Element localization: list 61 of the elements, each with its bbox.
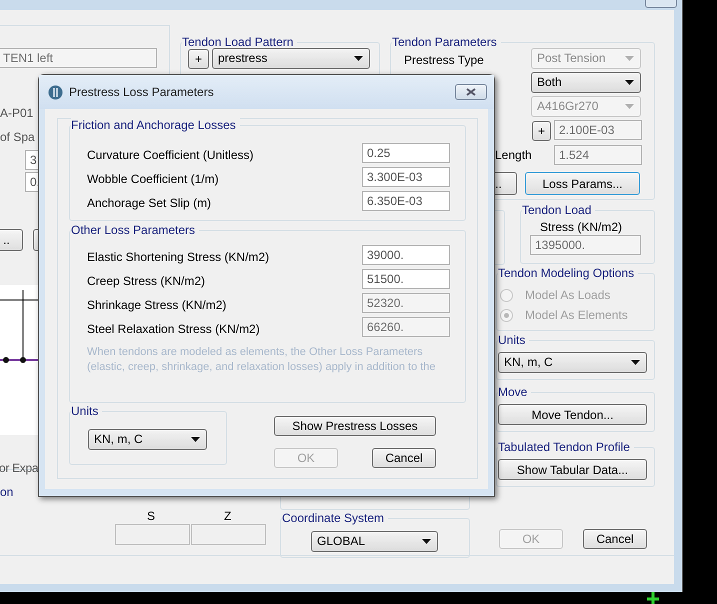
add-button[interactable]: + [532, 121, 551, 141]
label: of Spa [0, 129, 35, 145]
radio-label: Model As Loads [525, 287, 610, 303]
dropdown[interactable]: Both [531, 72, 641, 93]
label: Elastic Shortening Stress (KN/m2) [87, 249, 270, 265]
input-field[interactable]: 39000. [362, 245, 450, 265]
caret-icon [631, 360, 640, 365]
axes-icon [645, 592, 661, 604]
column-header: S [147, 508, 156, 524]
group-title: Coordinate System [282, 511, 388, 525]
caret-icon [422, 539, 431, 544]
input-field[interactable]: 0.25 [362, 143, 450, 163]
window-title: Prestress Loss Parameters [69, 84, 214, 101]
add-button[interactable]: + [188, 49, 209, 69]
group-title: Tendon Parameters [392, 35, 501, 49]
label: Stress (KN/m2) [540, 219, 622, 235]
close-icon [466, 88, 476, 96]
cancel-button[interactable]: Cancel [583, 529, 647, 549]
group-title: Move [498, 385, 532, 399]
label: Anchorage Set Slip (m) [87, 195, 212, 211]
label: Creep Stress (KN/m2) [87, 273, 206, 289]
cancel-button[interactable]: Cancel [372, 448, 436, 468]
input-field[interactable]: TEN1 left [0, 48, 157, 68]
label: on [0, 484, 14, 500]
dropdown[interactable]: KN, m, C [88, 429, 207, 450]
input-field[interactable]: 6.350E-03 [362, 191, 450, 211]
label: Shrinkage Stress (KN/m2) [87, 297, 226, 313]
input-field[interactable]: 3.300E-03 [362, 167, 450, 187]
radio-label: Model As Elements [525, 307, 628, 323]
group-title: Tendon Modeling Options [498, 266, 638, 280]
caret-icon [625, 56, 634, 61]
ellipsis-button[interactable]: .. [0, 229, 23, 251]
close-button[interactable] [455, 84, 487, 100]
group-title: Units [71, 404, 102, 418]
input-field[interactable]: 51500. [362, 269, 450, 289]
caret-icon [625, 80, 634, 85]
show-prestress-losses-button[interactable]: Show Prestress Losses [274, 416, 436, 436]
group-title: Units [498, 333, 530, 347]
caret-icon [354, 56, 363, 61]
dropdown[interactable]: GLOBAL [311, 531, 438, 552]
loss-params-button[interactable]: Loss Params... [525, 172, 640, 195]
label: Steel Relaxation Stress (KN/m2) [87, 321, 260, 337]
caret-icon [191, 437, 200, 442]
show-tabular-data-button[interactable]: Show Tabular Data... [498, 459, 647, 480]
group-title: Tabulated Tendon Profile [498, 440, 634, 454]
group-title: Other Loss Parameters [71, 223, 200, 237]
note-text: When tendons are modeled as elements, the Other Loss Parameters (elastic, creep, shrinkage, and relaxation losses) apply in addition to the [87, 345, 436, 375]
caret-icon [625, 104, 634, 109]
move-tendon-button[interactable]: Move Tendon... [498, 404, 647, 425]
label: Prestress Type [404, 52, 484, 68]
label: Curvature Coefficient (Unitless) [87, 147, 254, 163]
group-title: Tendon Load [522, 203, 596, 217]
column-header: Z [224, 508, 232, 524]
group-title: Friction and Anchorage Losses [71, 118, 240, 132]
app-logo-icon [48, 84, 63, 100]
label: A-P01 [0, 105, 34, 121]
label: Wobble Coefficient (1/m) [87, 171, 219, 187]
dropdown[interactable]: prestress [212, 48, 370, 69]
dropdown[interactable]: KN, m, C [498, 352, 647, 373]
group-title: Tendon Load Pattern [182, 35, 298, 49]
label: Length [495, 147, 532, 163]
